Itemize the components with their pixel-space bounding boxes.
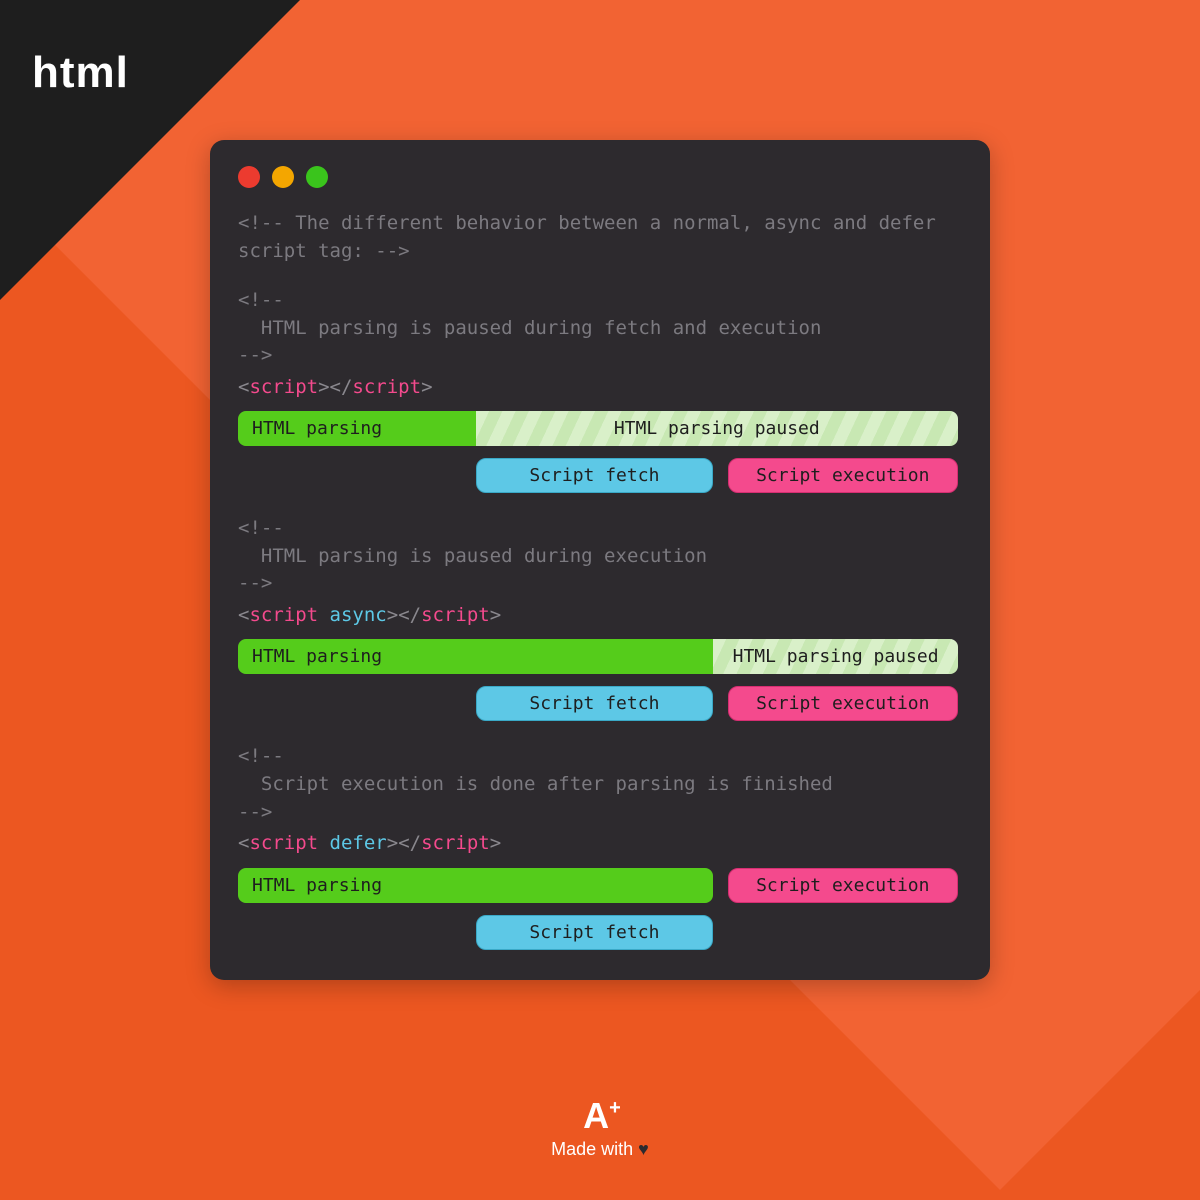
fetch-pill: Script fetch [476,686,714,721]
intro-comment: <!-- The different behavior between a no… [238,210,962,265]
tagline-prefix: Made with [551,1139,638,1159]
section-script-tag: <script></script> [238,374,962,402]
window-dot-close [238,166,260,188]
window-dot-max [306,166,328,188]
footer: A+ Made with ♥ [551,1095,649,1160]
heart-icon: ♥ [638,1139,649,1159]
parsing-bar: HTML parsingHTML parsing paused [238,639,958,674]
footer-tagline: Made with ♥ [551,1139,649,1160]
parsing-segment: HTML parsing [238,868,713,903]
exec-pill: Script execution [728,868,958,903]
pill-row: Script fetch Script execution [238,686,958,721]
parsing-bar: HTML parsingHTML parsing paused [238,411,958,446]
exec-pill: Script execution [728,686,958,721]
exec-pill: Script execution [728,458,958,493]
section-0: <!-- HTML parsing is paused during fetch… [238,287,962,493]
fetch-pill: Script fetch [476,458,714,493]
parsing-segment: HTML parsing [238,639,713,674]
section-script-tag: <script async></script> [238,602,962,630]
section-1: <!-- HTML parsing is paused during execu… [238,515,962,721]
footer-logo: A+ [551,1095,649,1137]
section-2: <!-- Script execution is done after pars… [238,743,962,949]
logo-plus: + [609,1097,619,1119]
pill-row: Script fetch [238,915,958,950]
section-script-tag: <script defer></script> [238,830,962,858]
code-window: <!-- The different behavior between a no… [210,140,990,980]
section-comment: <!-- HTML parsing is paused during fetch… [238,287,962,370]
parsing-segment: HTML parsing [238,411,476,446]
section-comment: <!-- HTML parsing is paused during execu… [238,515,962,598]
section-comment: <!-- Script execution is done after pars… [238,743,962,826]
logo-letter: A [583,1095,607,1136]
window-traffic-lights [238,166,962,188]
parsing-bar: HTML parsing Script execution [238,868,958,903]
paused-segment: HTML parsing paused [713,639,958,674]
paused-segment: HTML parsing paused [476,411,958,446]
pill-row: Script fetch Script execution [238,458,958,493]
corner-brand-label: html [32,48,129,98]
window-dot-min [272,166,294,188]
fetch-pill: Script fetch [476,915,714,950]
